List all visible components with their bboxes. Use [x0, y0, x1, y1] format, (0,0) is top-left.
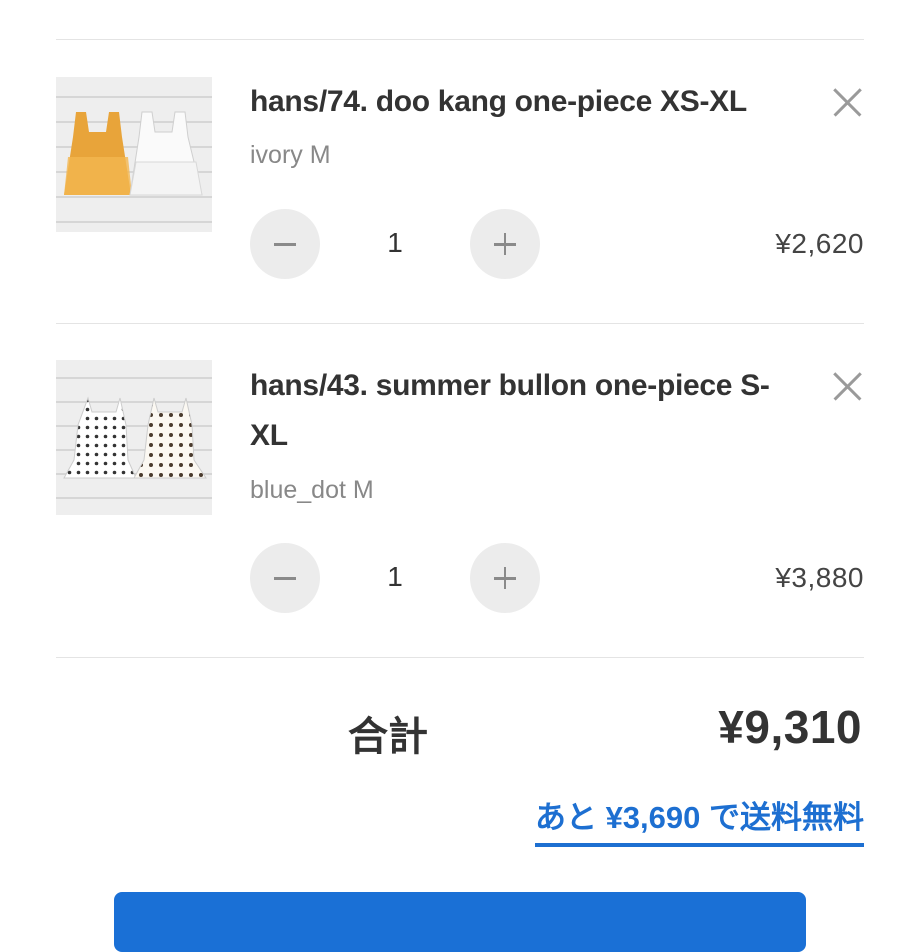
- quantity-value: 1: [387, 561, 403, 592]
- close-icon[interactable]: [826, 82, 868, 124]
- top-divider: [56, 39, 864, 40]
- minus-icon: [274, 577, 296, 580]
- product-title[interactable]: hans/74. doo kang one-piece XS-XL: [250, 77, 790, 127]
- total-label: 合計: [348, 715, 428, 759]
- quantity-increment-button[interactable]: [470, 543, 540, 613]
- product-thumbnail[interactable]: [56, 77, 212, 232]
- item-price: ¥2,620: [775, 228, 864, 259]
- total-value: ¥9,310: [718, 701, 862, 753]
- quantity-decrement-button[interactable]: [250, 543, 320, 613]
- minus-icon: [274, 243, 296, 246]
- free-shipping-link[interactable]: あと ¥3,690 で送料無料: [534, 792, 864, 847]
- summary-divider: [56, 657, 864, 658]
- quantity-increment-button[interactable]: [470, 209, 540, 279]
- product-variant: ivory M: [250, 141, 331, 169]
- product-title[interactable]: hans/43. summer bullon one-piece S-XL: [250, 361, 790, 461]
- product-variant: blue_dot M: [250, 476, 374, 504]
- item-divider: [56, 323, 864, 324]
- item-price: ¥3,880: [775, 562, 864, 593]
- quantity-decrement-button[interactable]: [250, 209, 320, 279]
- close-icon[interactable]: [826, 366, 868, 408]
- quantity-value: 1: [387, 227, 403, 258]
- checkout-button[interactable]: [114, 892, 806, 952]
- product-thumbnail[interactable]: [56, 360, 212, 515]
